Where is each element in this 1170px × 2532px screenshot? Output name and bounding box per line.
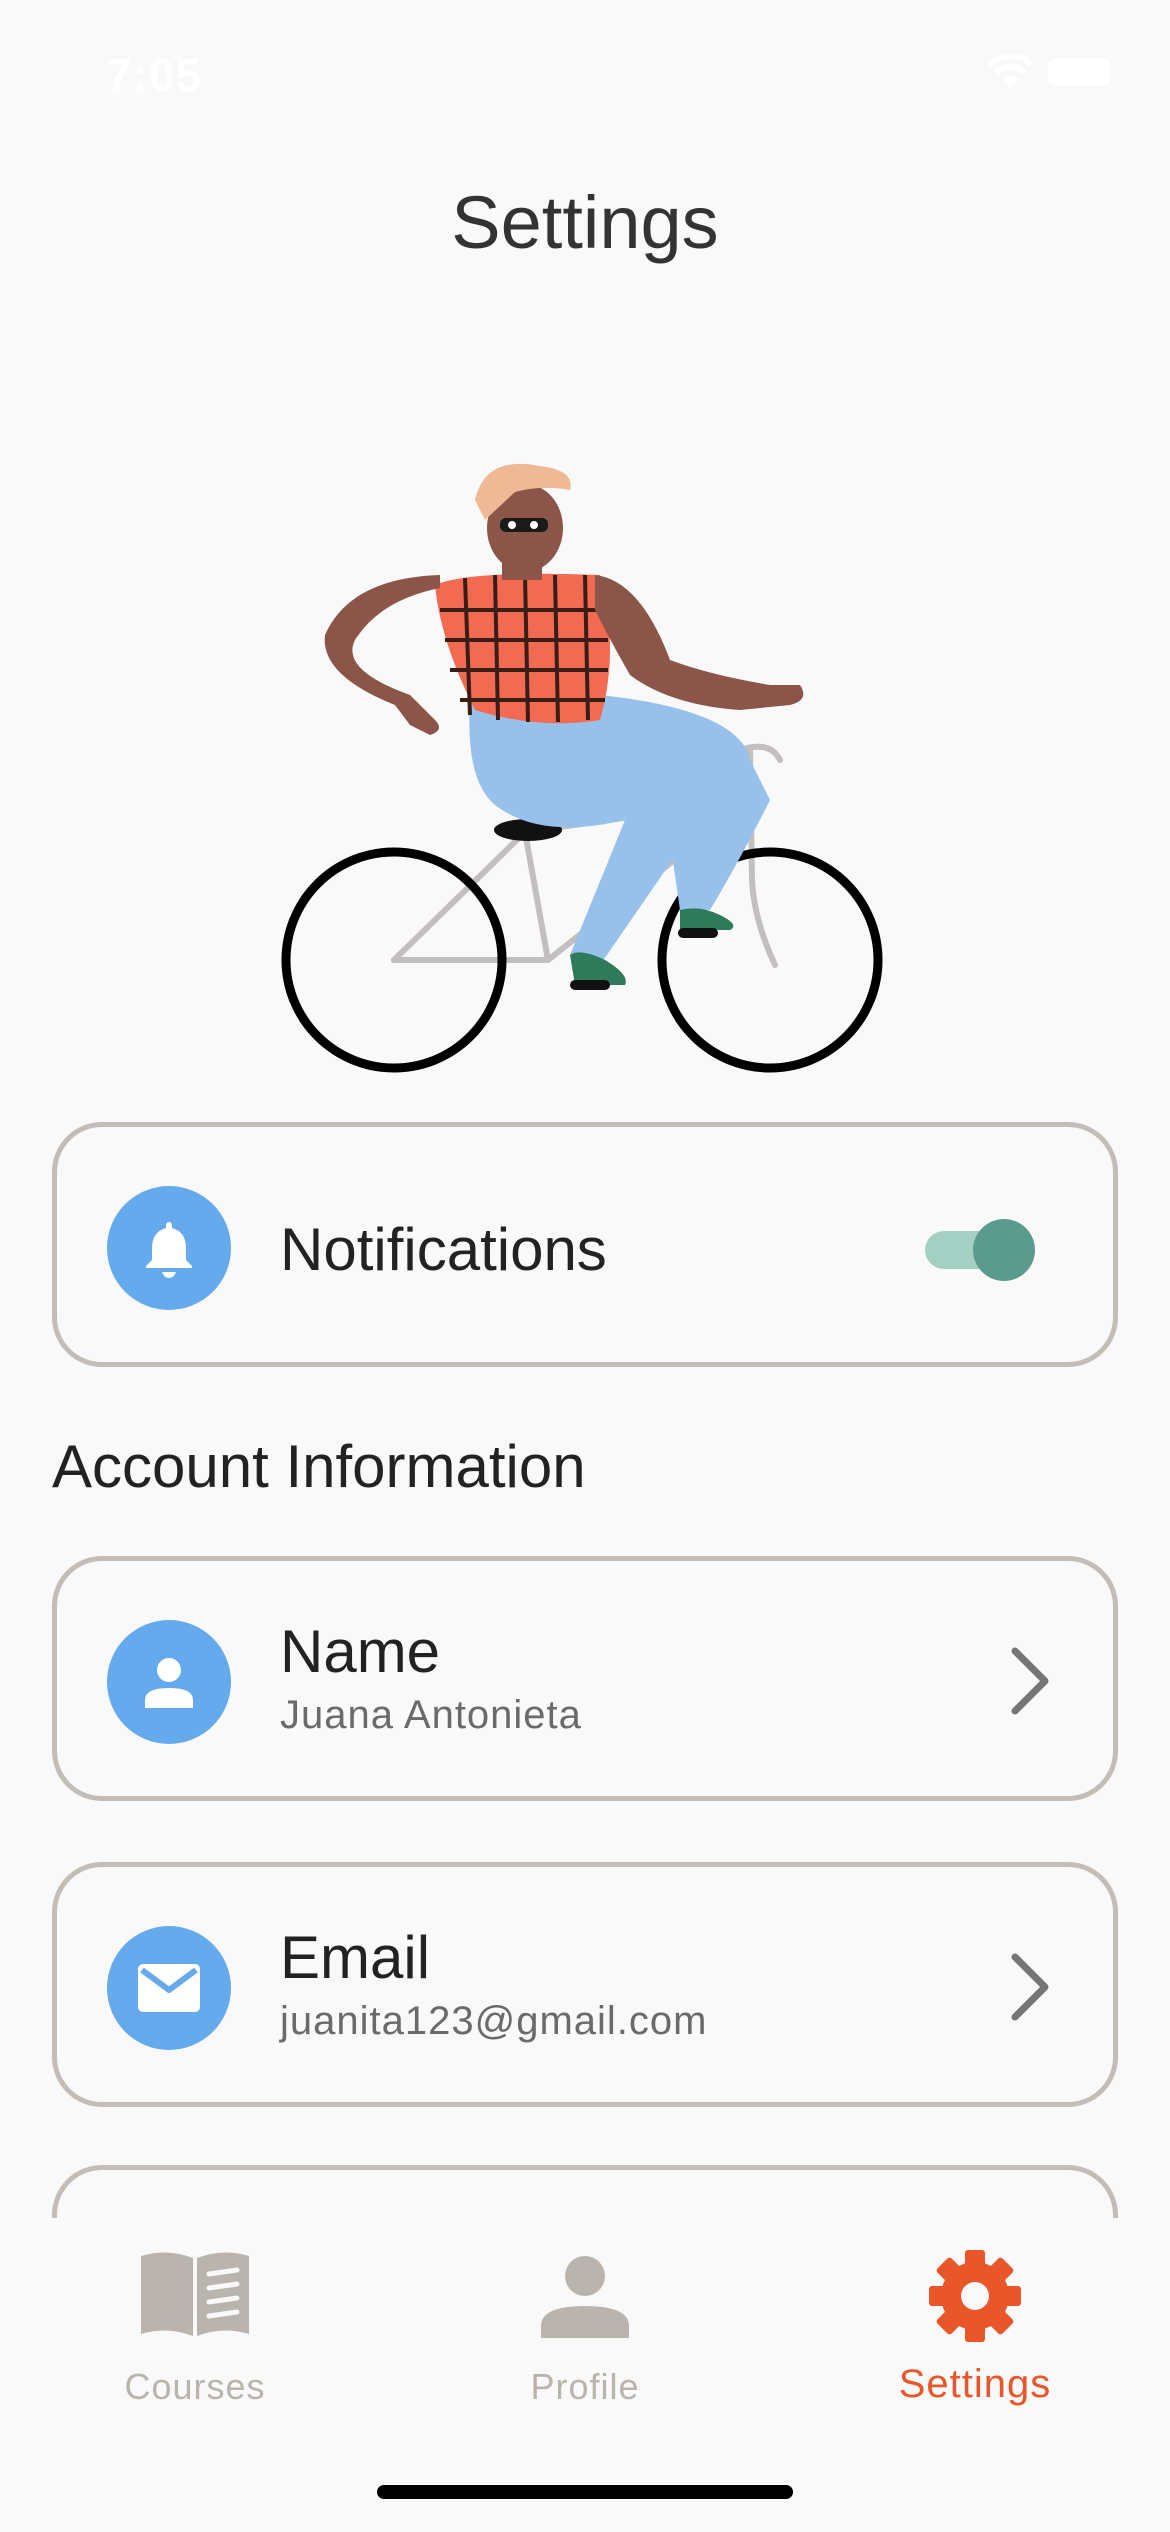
- tab-courses-label: Courses: [124, 2366, 266, 2407]
- bell-icon: [146, 1222, 192, 1278]
- wifi-icon: [987, 54, 1033, 88]
- name-title: Name: [280, 1618, 441, 1685]
- email-card[interactable]: Email juanita123@gmail.com: [52, 1862, 1118, 2107]
- cyclist-illustration: [281, 463, 883, 1073]
- tab-profile[interactable]: Profile: [390, 2218, 780, 2418]
- status-time: 7:05: [106, 49, 203, 101]
- tab-settings-label: Settings: [898, 2362, 1052, 2406]
- name-card[interactable]: Name Juana Antonieta: [52, 1556, 1118, 1801]
- email-title: Email: [280, 1924, 431, 1991]
- notifications-card: Notifications: [52, 1122, 1118, 1367]
- page-title: Settings: [451, 181, 719, 264]
- chevron-right-icon: [1011, 1647, 1049, 1715]
- account-section-title: Account Information: [52, 1433, 586, 1500]
- toggle-knob: [973, 1219, 1035, 1281]
- tab-profile-label: Profile: [530, 2366, 640, 2407]
- person-icon-wrap: [390, 2256, 780, 2338]
- bell-icon-circle: [107, 1186, 231, 1310]
- tab-settings[interactable]: Settings: [780, 2218, 1170, 2418]
- home-indicator: [377, 2485, 793, 2499]
- mail-icon: [138, 1964, 200, 2012]
- email-value: juanita123@gmail.com: [280, 1999, 708, 2043]
- name-value: Juana Antonieta: [280, 1693, 582, 1737]
- notifications-label: Notifications: [280, 1216, 607, 1283]
- status-bar: 7:05: [0, 0, 1170, 140]
- notifications-toggle[interactable]: [925, 1219, 1035, 1281]
- book-icon: [141, 2252, 249, 2336]
- tab-courses[interactable]: Courses: [0, 2218, 390, 2418]
- gear-icon-wrap: [780, 2248, 1170, 2344]
- status-icons: [986, 54, 1110, 90]
- person-icon-circle: [107, 1620, 231, 1744]
- person-icon: [541, 2256, 629, 2338]
- mail-icon-circle: [107, 1926, 231, 2050]
- person-icon: [145, 1658, 193, 1708]
- book-icon-wrap: [0, 2248, 390, 2338]
- gear-icon: [929, 2250, 1021, 2342]
- chevron-right-icon: [1011, 1953, 1049, 2021]
- battery-icon: [1048, 59, 1110, 85]
